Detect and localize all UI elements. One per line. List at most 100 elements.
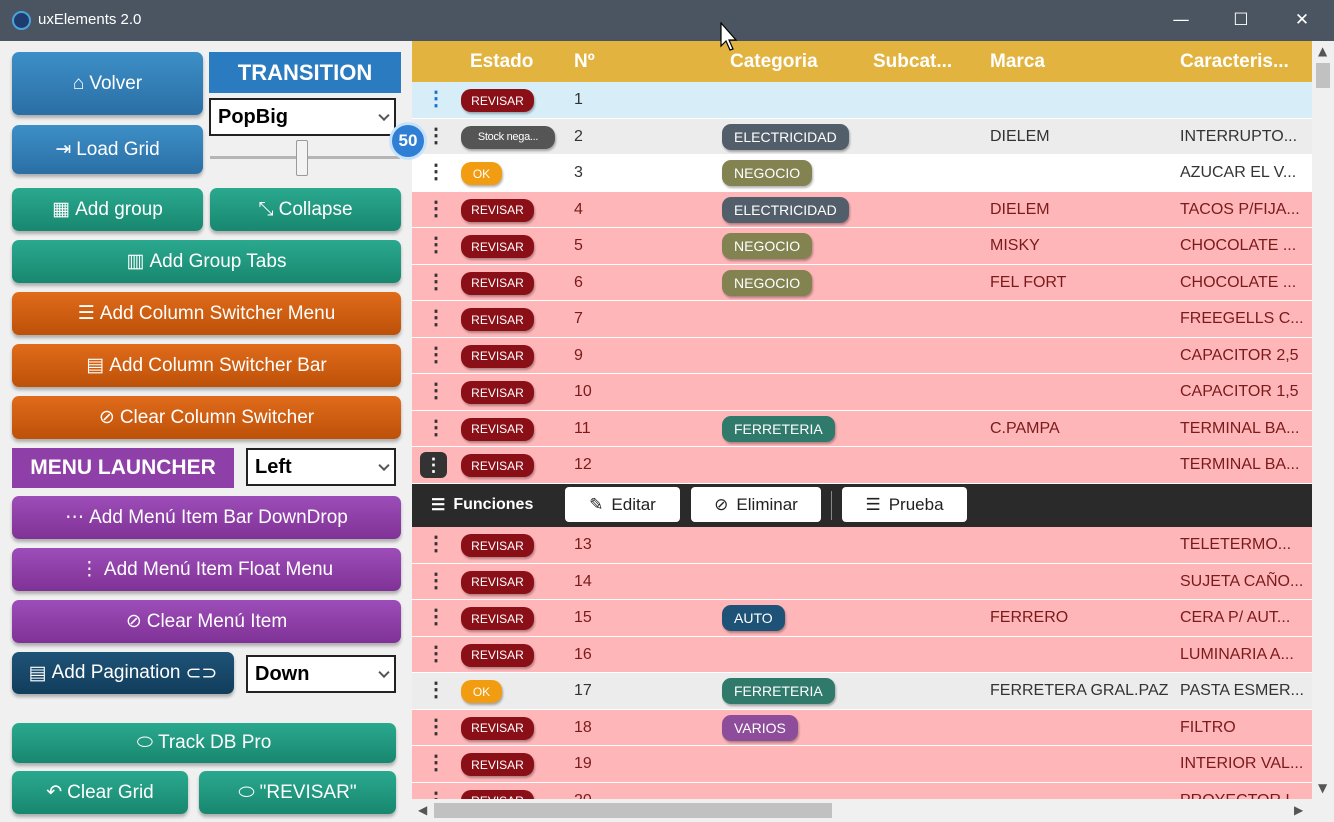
add-menu-bar-dropdown-button[interactable]: ⋯ Add Menú Item Bar DownDrop: [12, 496, 401, 539]
row-menu-icon[interactable]: ⋮: [426, 607, 446, 628]
status-badge: REVISAR: [461, 454, 534, 477]
row-menu-icon[interactable]: ⋮: [426, 235, 446, 256]
column-header-numero[interactable]: Nº: [574, 51, 595, 73]
functions-bar: ☰ Funciones ✎ Editar ⊘ Eliminar ☰ Prueba: [412, 484, 1312, 527]
menu-launcher-select[interactable]: Left: [246, 448, 396, 486]
collapse-button[interactable]: ⤡ Collapse: [210, 188, 401, 231]
vertical-scroll-thumb[interactable]: [1316, 63, 1330, 88]
table-row[interactable]: ⋮ REVISAR 5 NEGOCIO MISKY CHOCOLATE ...: [412, 228, 1312, 265]
row-menu-icon[interactable]: ⋮: [426, 199, 446, 220]
table-row[interactable]: ⋮ OK 17 FERRETERIA FERRETERA GRAL.PAZ PASTA E…: [412, 673, 1312, 710]
row-menu-icon[interactable]: ⋮: [426, 790, 446, 800]
close-button[interactable]: ✕: [1272, 0, 1332, 41]
add-column-switcher-bar-button[interactable]: ▤ Add Column Switcher Bar: [12, 344, 401, 387]
row-number: 3: [574, 164, 583, 181]
row-menu-icon[interactable]: ⋮: [426, 717, 446, 738]
column-header-marca[interactable]: Marca: [990, 51, 1045, 73]
slider-thumb[interactable]: [296, 140, 308, 176]
features-cell: SUJETA CAÑO...: [1180, 572, 1304, 590]
table-row[interactable]: ⋮ REVISAR 11 FERRETERIA C.PAMPA TERMINAL BA..…: [412, 410, 1312, 447]
row-menu-icon[interactable]: ⋮: [426, 418, 446, 439]
brand-cell: DIELEM: [990, 200, 1050, 218]
horizontal-scroll-thumb[interactable]: [434, 803, 832, 818]
table-row[interactable]: ⋮ REVISAR 12 TERMINAL BA...: [412, 447, 1312, 484]
row-menu-icon[interactable]: ⋮: [426, 753, 446, 774]
table-row[interactable]: ⋮ REVISAR 18 VARIOS FILTRO: [412, 709, 1312, 746]
add-group-button[interactable]: ▦ Add group: [12, 188, 203, 231]
row-menu-icon[interactable]: ⋮: [426, 272, 446, 293]
column-header-estado[interactable]: Estado: [470, 51, 533, 73]
status-badge: REVISAR: [461, 534, 534, 557]
scroll-right-icon[interactable]: ▶: [1294, 803, 1303, 817]
features-cell: TACOS P/FIJA...: [1180, 200, 1300, 218]
column-header-categoria[interactable]: Categoria: [730, 51, 818, 73]
table-row[interactable]: ⋮ REVISAR 4 ELECTRICIDAD DIELEM TACOS P/FIJA.…: [412, 191, 1312, 228]
vertical-scrollbar[interactable]: ▲ ▼: [1312, 41, 1334, 799]
row-number: 17: [574, 682, 592, 699]
horizontal-scrollbar[interactable]: ◀ ▶: [412, 799, 1312, 822]
table-row[interactable]: ⋮ REVISAR 19 INTERIOR VAL...: [412, 746, 1312, 783]
table-row[interactable]: ⋮ REVISAR 9 CAPACITOR 2,5: [412, 337, 1312, 374]
category-badge: NEGOCIO: [722, 269, 813, 296]
transition-label: TRANSITION: [209, 52, 401, 93]
row-menu-icon[interactable]: ⋮: [426, 126, 446, 147]
table-row[interactable]: ⋮ REVISAR 20 PROYECTOR L...: [412, 782, 1312, 800]
table-row[interactable]: ⋮ REVISAR 15 AUTO FERRERO CERA P/ AUT...: [412, 600, 1312, 637]
add-menu-float-button[interactable]: ⋮ Add Menú Item Float Menu: [12, 548, 401, 591]
revisar-toggle-button[interactable]: ⬭ "REVISAR": [199, 771, 396, 814]
home-icon: ⌂: [72, 72, 85, 94]
row-menu-icon[interactable]: ⋮: [426, 571, 446, 592]
table-row[interactable]: ⋮ Stock nega... 2 ELECTRICIDAD DIELEM INTERRU…: [412, 118, 1312, 155]
volver-button[interactable]: ⌂ Volver: [12, 52, 203, 115]
transition-select[interactable]: PopBig: [209, 98, 396, 136]
delete-button[interactable]: ⊘ Eliminar: [691, 487, 821, 522]
mouse-cursor-icon: [720, 22, 738, 51]
functions-label: ☰ Funciones: [431, 496, 534, 514]
load-grid-button[interactable]: ⇥ Load Grid: [12, 125, 203, 174]
row-menu-icon[interactable]: ⋮: [426, 680, 446, 701]
grid-icon: ▦: [52, 199, 71, 220]
row-menu-icon[interactable]: ⋮: [426, 162, 446, 183]
minimize-button[interactable]: —: [1151, 0, 1211, 41]
status-badge: REVISAR: [461, 198, 534, 222]
status-badge: REVISAR: [461, 716, 534, 740]
table-row[interactable]: ⋮ REVISAR 1: [412, 82, 1312, 119]
chevron-down-icon: [378, 666, 390, 679]
add-group-tabs-button[interactable]: ▥ Add Group Tabs: [12, 240, 401, 283]
row-menu-icon[interactable]: ⋮: [426, 644, 446, 665]
track-db-pro-button[interactable]: ⬭ Track DB Pro: [12, 723, 396, 763]
row-menu-icon[interactable]: ⋮: [426, 89, 446, 110]
pagination-select[interactable]: Down: [246, 655, 396, 693]
row-menu-icon[interactable]: ⋮: [426, 345, 446, 366]
table-row[interactable]: ⋮ OK 3 NEGOCIO AZUCAR EL V...: [412, 155, 1312, 192]
table-row[interactable]: ⋮ REVISAR 14 SUJETA CAÑO...: [412, 563, 1312, 600]
data-grid: Estado Nº Categoria Subcat... Marca Cara…: [412, 41, 1312, 799]
table-row[interactable]: ⋮ REVISAR 10 CAPACITOR 1,5: [412, 374, 1312, 411]
compress-icon: ⤡: [258, 198, 274, 220]
row-number: 19: [574, 755, 592, 772]
row-menu-icon[interactable]: ⋮: [426, 308, 446, 329]
table-row[interactable]: ⋮ REVISAR 7 FREEGELLS C...: [412, 301, 1312, 338]
clear-menu-item-button[interactable]: ⊘ Clear Menú Item: [12, 600, 401, 643]
add-column-switcher-menu-button[interactable]: ☰ Add Column Switcher Menu: [12, 292, 401, 335]
maximize-button[interactable]: ☐: [1211, 0, 1271, 41]
scroll-left-icon[interactable]: ◀: [418, 803, 427, 817]
add-pagination-button[interactable]: ▤ Add Pagination ⊂⊃: [12, 652, 234, 694]
row-menu-icon[interactable]: ⋮: [420, 452, 447, 478]
table-row[interactable]: ⋮ REVISAR 13 TELETERMO...: [412, 527, 1312, 564]
row-menu-icon[interactable]: ⋮: [426, 381, 446, 402]
scroll-up-icon[interactable]: ▲: [1318, 44, 1327, 58]
scroll-down-icon[interactable]: ▼: [1318, 781, 1327, 795]
clear-grid-button[interactable]: ↶ Clear Grid: [12, 771, 188, 814]
status-badge: REVISAR: [461, 607, 534, 630]
clear-column-switcher-button[interactable]: ⊘ Clear Column Switcher: [12, 396, 401, 439]
column-header-subcategoria[interactable]: Subcat...: [873, 51, 952, 73]
test-button[interactable]: ☰ Prueba: [842, 487, 967, 522]
edit-button[interactable]: ✎ Editar: [565, 487, 680, 522]
column-header-caracteristicas[interactable]: Caracteris...: [1180, 51, 1289, 73]
ban-icon: ⊘: [125, 611, 142, 632]
table-row[interactable]: ⋮ REVISAR 16 LUMINARIA A...: [412, 636, 1312, 673]
table-row[interactable]: ⋮ REVISAR 6 NEGOCIO FEL FORT CHOCOLATE ...: [412, 264, 1312, 301]
row-menu-icon[interactable]: ⋮: [426, 534, 446, 555]
title-bar: uxElements 2.0 — ☐ ✕: [0, 0, 1334, 41]
